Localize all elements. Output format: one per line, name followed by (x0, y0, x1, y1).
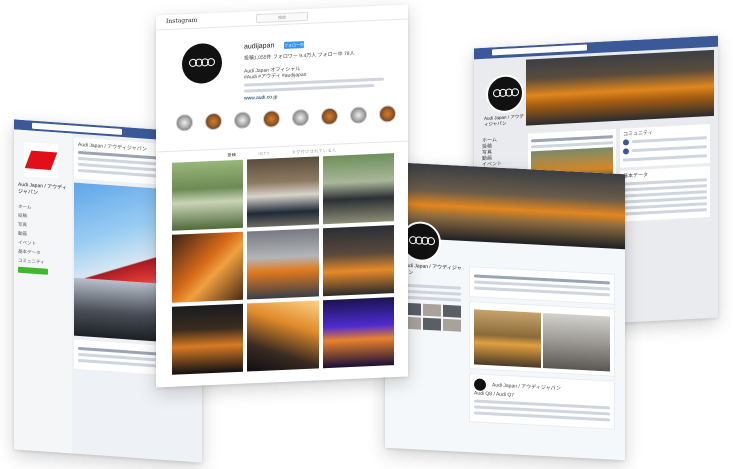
cover-photo (526, 49, 714, 126)
story-highlights (176, 105, 396, 132)
post-grid (172, 153, 394, 375)
profile-name: Audi Japan / アウディジャパン (403, 262, 462, 277)
story-highlight[interactable] (321, 107, 338, 126)
story-highlight[interactable] (176, 113, 193, 132)
page-title: Audi Japan / アウディジャパン (484, 113, 524, 127)
page-nav: ホーム 投稿 写真 動画 イベント 基本データ コミュニティ (18, 202, 68, 268)
about-box: 基本データ (620, 166, 710, 222)
search-input[interactable] (492, 44, 587, 56)
grid-post[interactable] (322, 297, 394, 369)
grid-post[interactable] (322, 153, 394, 225)
instagram-logo[interactable]: Instagram (166, 17, 197, 25)
profile-handle: audijapan (244, 42, 275, 51)
facebook-right-column: コミュニティ 基本データ (620, 124, 710, 225)
tab-tagged[interactable]: タグ付けされている人 (292, 148, 337, 156)
grid-post[interactable] (322, 225, 394, 297)
tweet-image[interactable] (474, 309, 541, 368)
grid-post[interactable] (247, 300, 319, 372)
audi-rings-icon (409, 235, 435, 247)
page-title: Audi Japan / アウディジャパン (18, 181, 67, 197)
tweet-image[interactable] (543, 312, 610, 372)
grid-post[interactable] (172, 231, 244, 303)
tab-posts[interactable]: 投稿 (227, 152, 236, 158)
avatar[interactable] (486, 73, 524, 114)
grid-post[interactable] (172, 159, 244, 231)
page-nav: ホーム 投稿 写真 動画 イベント (482, 136, 522, 168)
grid-post[interactable] (247, 228, 319, 300)
media-thumbnails[interactable] (403, 302, 461, 332)
facebook-sidebar: Audi Japan / アウディジャパン ホーム 投稿 写真 動画 イベント … (14, 129, 72, 454)
story-highlight[interactable] (234, 111, 251, 130)
tweet[interactable]: Audi Japan / アウディジャパン Audi Q8 / Audi Q7 (469, 373, 615, 430)
tweet-feed: Audi Japan / アウディジャパン Audi Q8 / Audi Q7 (469, 266, 615, 434)
instagram-topbar: Instagram 検索 (156, 4, 408, 31)
profile-bio: Audi Japan オフィシャル #Audi #アウディ #audijapan… (244, 62, 394, 102)
follow-button[interactable]: フォロー中 (284, 41, 304, 49)
search-input[interactable]: 検索 (256, 11, 308, 24)
twitter-profile: Audi Japan / アウディジャパン Audi Japan / アウディジ… (385, 161, 625, 461)
profile-stats: 投稿1,055件 フォロワー 9.4万人 フォロー中 78人 (244, 50, 355, 62)
community-box: コミュニティ (620, 124, 710, 168)
story-highlight[interactable] (379, 105, 396, 123)
tab-igtv[interactable]: IGTV (258, 151, 269, 157)
story-highlight[interactable] (292, 108, 309, 127)
instagram-profile: Instagram 検索 audijapan フォロー中 投稿1,055件 フォ… (156, 4, 408, 388)
tweet-author: Audi Japan / アウディジャパン (492, 382, 561, 392)
profile-sidebar (403, 281, 461, 332)
create-page-button[interactable] (18, 266, 48, 275)
story-highlight[interactable] (205, 112, 222, 131)
avatar[interactable] (182, 42, 222, 85)
audi-rings-icon (189, 57, 215, 69)
profile-avatar-wrap (182, 42, 222, 85)
tweet[interactable] (469, 266, 615, 305)
audi-rings-icon (493, 88, 519, 99)
avatar (474, 378, 486, 392)
story-highlight[interactable] (350, 106, 367, 125)
tweet[interactable] (469, 301, 615, 377)
story-highlight[interactable] (263, 110, 280, 128)
grid-post[interactable] (247, 156, 319, 228)
grid-post[interactable] (172, 303, 244, 375)
brand-logo (24, 142, 58, 179)
